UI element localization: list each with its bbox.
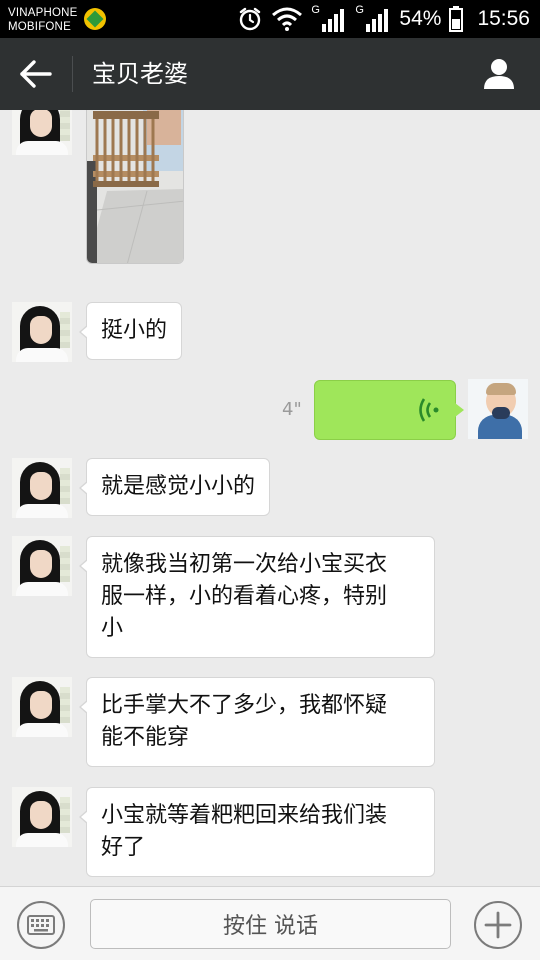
- message-bubble[interactable]: 小宝就等着粑粑回来给我们装 好了: [79, 787, 435, 877]
- sim1-network-label: G: [311, 4, 320, 16]
- my-avatar[interactable]: [468, 379, 528, 439]
- crib-photo: [87, 110, 183, 263]
- hold-to-talk-button[interactable]: 按住 说话: [90, 899, 451, 949]
- carrier-names: VINAPHONE MOBIFONE: [8, 6, 78, 34]
- battery-icon: [449, 6, 464, 32]
- message-line: 服一样，小的看着心疼，特别: [101, 584, 388, 609]
- contact-avatar[interactable]: [12, 677, 72, 737]
- status-icons: G G 54% 15:56: [237, 0, 530, 38]
- clock: 15:56: [477, 7, 530, 30]
- message-text: 就是感觉小小的: [101, 474, 256, 499]
- contact-avatar[interactable]: [12, 458, 72, 518]
- plus-icon: [484, 911, 512, 939]
- alarm-icon: [240, 7, 261, 31]
- carrier-logo-icon: [84, 8, 106, 30]
- chat-header: 宝贝老婆: [0, 38, 540, 110]
- person-icon[interactable]: [480, 55, 518, 93]
- keyboard-icon: [27, 915, 55, 935]
- image-message[interactable]: [86, 110, 184, 264]
- message-line: 好了: [101, 835, 146, 860]
- carrier-2: MOBIFONE: [8, 21, 71, 33]
- voice-message-bubble[interactable]: [314, 380, 464, 440]
- carrier-1: VINAPHONE: [8, 7, 78, 19]
- wifi-icon: [272, 7, 303, 31]
- message-line: 就像我当初第一次给小宝买衣: [101, 552, 388, 577]
- input-bar: 按住 说话: [0, 886, 540, 960]
- signal-icon: [366, 9, 389, 32]
- message-text: 挺小的: [101, 318, 168, 343]
- sim1-signal: G: [311, 4, 347, 32]
- message-line: 小: [101, 616, 124, 641]
- message-line: 比手掌大不了多少，我都怀疑: [101, 693, 388, 718]
- sim2-signal: G: [355, 4, 391, 32]
- message-line: 小宝就等着粑粑回来给我们装: [101, 803, 388, 828]
- message-bubble[interactable]: 挺小的: [78, 302, 183, 360]
- contact-avatar[interactable]: [12, 302, 72, 362]
- back-arrow-icon[interactable]: [18, 58, 54, 90]
- message-bubble[interactable]: 比手掌大不了多少，我都怀疑 能不能穿: [79, 677, 435, 767]
- contact-avatar[interactable]: [12, 787, 72, 847]
- sim2-network-label: G: [355, 4, 364, 16]
- battery-percent: 54%: [399, 7, 442, 30]
- message-list[interactable]: 挺小的 4" 就是感觉小小的 就像我当初第一次给小宝买衣 服一样，小的看着心疼，…: [0, 110, 540, 886]
- message-bubble[interactable]: 就是感觉小小的: [78, 458, 271, 516]
- voice-wave-icon: [419, 398, 439, 422]
- message-line: 能不能穿: [101, 725, 190, 750]
- status-bar: VINAPHONE MOBIFONE G G 54% 15:56: [0, 0, 540, 38]
- header-divider: [72, 56, 73, 92]
- signal-icon: [322, 9, 345, 32]
- keyboard-toggle-button[interactable]: [17, 901, 65, 949]
- more-options-button[interactable]: [474, 901, 522, 949]
- contact-avatar[interactable]: [12, 536, 72, 596]
- chat-title: 宝贝老婆: [92, 60, 188, 88]
- voice-duration: 4": [282, 399, 302, 420]
- contact-avatar[interactable]: [12, 110, 72, 155]
- message-bubble[interactable]: 就像我当初第一次给小宝买衣 服一样，小的看着心疼，特别 小: [79, 536, 435, 658]
